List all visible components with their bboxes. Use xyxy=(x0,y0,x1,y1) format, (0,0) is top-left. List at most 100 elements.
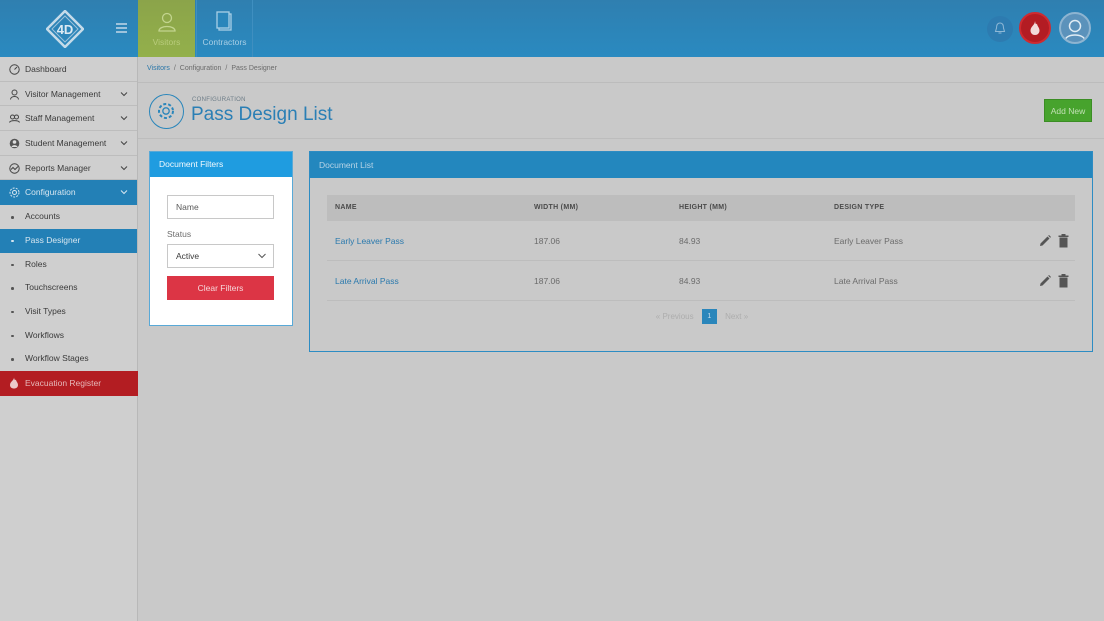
bullet-dot xyxy=(11,358,14,361)
document-list-title: Document List xyxy=(310,152,1092,178)
sidebar-item-configuration[interactable]: Configuration xyxy=(0,180,137,206)
sidebar-subitem-touchscreens[interactable]: Touchscreens xyxy=(0,276,137,300)
gear-icon xyxy=(9,187,20,198)
dashboard-icon xyxy=(9,64,20,75)
sidebar-subitem-workflow-stages[interactable]: Workflow Stages xyxy=(0,347,137,371)
bullet-dot xyxy=(11,287,14,290)
tab-contractors[interactable]: Contractors xyxy=(196,0,253,57)
sidebar-item-label: Student Management xyxy=(25,138,107,149)
row-design-type: Early Leaver Pass xyxy=(834,236,903,246)
sidebar-subitem-label: Roles xyxy=(25,258,47,269)
sidebar-subitem-accounts[interactable]: Accounts xyxy=(0,205,137,229)
user-avatar-icon xyxy=(1064,19,1086,41)
chevron-down-icon xyxy=(120,141,128,146)
evacuation-label: Evacuation Register xyxy=(25,378,102,388)
tab-visitors[interactable]: Visitors xyxy=(138,0,195,57)
breadcrumb-separator: / xyxy=(225,65,228,72)
sidebar-item-label: Dashboard xyxy=(25,64,67,74)
row-name-link[interactable]: Early Leaver Pass xyxy=(335,221,404,261)
sidebar-subitem-label: Visit Types xyxy=(25,305,66,316)
bullet-dot xyxy=(11,334,14,338)
status-select-value: Active xyxy=(176,251,200,261)
visitor-icon xyxy=(157,12,176,32)
page-title: Pass Design List xyxy=(191,104,333,125)
row-width: 187.06 xyxy=(534,276,560,286)
page-subtitle: CONFIGURATION xyxy=(192,97,246,103)
menu-toggle-icon[interactable] xyxy=(116,23,127,33)
sidebar-item-reports-manager[interactable]: Reports Manager xyxy=(0,156,137,181)
sidebar-subitem-workflows[interactable]: Workflows xyxy=(0,324,137,348)
trash-icon[interactable] xyxy=(1058,274,1069,288)
sidebar-item-staff-management[interactable]: Staff Management xyxy=(0,106,137,132)
chevron-down-icon xyxy=(120,91,128,96)
chevron-down-icon xyxy=(120,190,128,195)
edit-icon[interactable] xyxy=(1038,234,1052,248)
document-list-panel: Document List NAME WIDTH (MM) HEIGHT (MM… xyxy=(309,151,1093,352)
row-width: 187.06 xyxy=(534,236,560,246)
chevron-down-icon xyxy=(258,253,266,259)
row-design-type: Late Arrival Pass xyxy=(834,276,898,286)
filters-title: Document Filters xyxy=(150,152,292,177)
row-height: 84.93 xyxy=(679,236,701,246)
notifications-button[interactable] xyxy=(987,16,1013,42)
sidebar-item-evacuation-register[interactable]: Evacuation Register xyxy=(0,371,138,396)
sidebar-subitem-visit-types[interactable]: Visit Types xyxy=(0,300,137,324)
document-filters-panel: Document Filters Status Active Clear Fil… xyxy=(149,151,293,326)
clear-filters-button[interactable]: Clear Filters xyxy=(167,276,274,300)
row-name-link[interactable]: Late Arrival Pass xyxy=(335,261,399,301)
sidebar-item-visitor-management[interactable]: Visitor Management xyxy=(0,82,137,107)
logo-4d[interactable]: 4D xyxy=(46,10,84,48)
sidebar-subitem-label: Touchscreens xyxy=(25,282,78,293)
flame-icon xyxy=(10,377,18,389)
breadcrumb-visitors[interactable]: Visitors xyxy=(147,65,170,72)
logo-area: 4D xyxy=(0,0,138,57)
status-label: Status xyxy=(167,229,192,239)
sidebar-subitem-label: Workflow Stages xyxy=(25,353,89,364)
sidebar: Dashboard Visitor Management Staff Manag… xyxy=(0,57,138,621)
document-icon xyxy=(215,11,232,31)
sidebar-subitem-label: Workflows xyxy=(25,329,65,340)
pagination-page-1[interactable]: 1 xyxy=(701,309,717,324)
column-header-design-type[interactable]: DESIGN TYPE xyxy=(834,195,884,221)
sidebar-subitem-pass-designer[interactable]: Pass Designer xyxy=(0,228,137,253)
pagination: « Previous 1 Next » xyxy=(310,309,1094,324)
edit-icon[interactable] xyxy=(1038,274,1052,288)
trash-icon[interactable] xyxy=(1058,234,1069,248)
table-row: Early Leaver Pass 187.06 84.93 Early Lea… xyxy=(327,221,1075,261)
status-select[interactable]: Active xyxy=(167,244,274,268)
chevron-down-icon xyxy=(120,116,128,121)
sidebar-subitem-label: Accounts xyxy=(25,211,60,222)
column-header-name[interactable]: NAME xyxy=(335,195,357,221)
evacuation-alert-button[interactable] xyxy=(1019,12,1051,44)
document-table: NAME WIDTH (MM) HEIGHT (MM) DESIGN TYPE … xyxy=(327,195,1075,301)
divider xyxy=(138,82,1104,83)
bullet-dot xyxy=(11,216,14,219)
staff-icon xyxy=(9,114,20,124)
top-bar: 4D Visitors Contractors xyxy=(0,0,1104,57)
add-new-button[interactable]: Add New xyxy=(1044,99,1092,122)
user-icon xyxy=(10,89,19,100)
pagination-previous[interactable]: « Previous xyxy=(656,312,694,321)
chevron-down-icon xyxy=(120,165,128,170)
breadcrumb-separator: / xyxy=(173,65,176,72)
sidebar-subitem-roles[interactable]: Roles xyxy=(0,253,137,277)
user-avatar[interactable] xyxy=(1059,12,1091,44)
logo-text: 4D xyxy=(57,22,74,37)
bell-icon xyxy=(994,22,1006,34)
bullet-dot xyxy=(11,263,14,266)
page-gear-icon xyxy=(149,94,184,129)
pagination-next[interactable]: Next » xyxy=(725,312,748,321)
name-filter-input[interactable] xyxy=(167,195,274,219)
sidebar-item-dashboard[interactable]: Dashboard xyxy=(0,57,137,82)
reports-icon xyxy=(9,163,20,174)
sidebar-item-label: Configuration xyxy=(25,187,76,198)
breadcrumb-current: Pass Designer xyxy=(231,65,277,72)
breadcrumb-configuration: Configuration xyxy=(179,65,222,72)
column-header-height[interactable]: HEIGHT (MM) xyxy=(679,195,727,221)
tab-contractors-label: Contractors xyxy=(202,37,247,47)
sidebar-item-label: Staff Management xyxy=(25,113,95,124)
sidebar-item-student-management[interactable]: Student Management xyxy=(0,131,137,156)
table-row: Late Arrival Pass 187.06 84.93 Late Arri… xyxy=(327,261,1075,301)
breadcrumb: Visitors / Configuration / Pass Designer xyxy=(147,65,277,72)
column-header-width[interactable]: WIDTH (MM) xyxy=(534,195,578,221)
